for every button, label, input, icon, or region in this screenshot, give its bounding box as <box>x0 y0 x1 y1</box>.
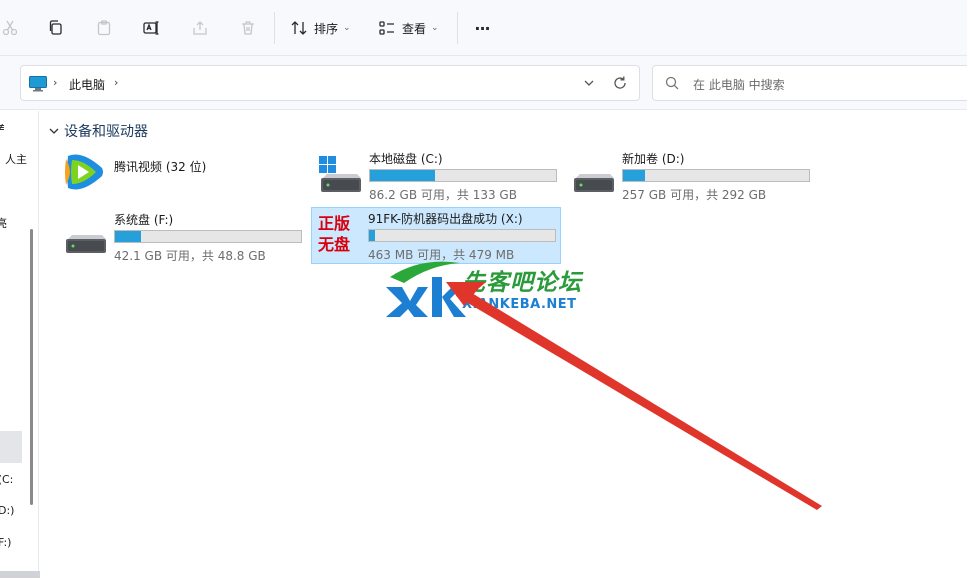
delete-icon[interactable] <box>238 14 258 42</box>
command-bar: 排序 ⌄ 查看 ⌄ ··· <box>0 0 967 56</box>
tencent-video-icon <box>65 154 103 190</box>
nav-item[interactable]: ≢ <box>0 121 5 134</box>
this-pc-icon <box>29 76 47 92</box>
drive-item-f[interactable]: 系统盘 (F:) 42.1 GB 可用，共 48.8 GB <box>58 209 308 265</box>
sort-button[interactable]: 排序 ⌄ <box>290 14 354 42</box>
nav-item-drive-f[interactable]: F:) <box>0 536 11 549</box>
refresh-icon[interactable] <box>611 74 629 92</box>
nav-item-drive-d[interactable]: D:) <box>0 504 14 517</box>
drive-size: 42.1 GB 可用，共 48.8 GB <box>114 249 266 263</box>
drive-name: 系统盘 (F:) <box>114 213 174 227</box>
copy-icon[interactable] <box>46 14 66 42</box>
navigation-pane: ≢ 、人主 亮 :(C: D:) F:) <box>0 111 40 578</box>
paste-icon[interactable] <box>94 14 114 42</box>
nav-item[interactable]: 、人主 <box>0 151 27 167</box>
section-title: 设备和驱动器 <box>64 124 148 140</box>
toolbar-separator <box>274 12 275 44</box>
drive-size: 86.2 GB 可用，共 133 GB <box>369 188 517 202</box>
genuine-diskless-stamp: 正版 无盘 <box>318 214 351 254</box>
address-row: › 此电脑 › 在 此电脑 中搜索 <box>0 56 967 110</box>
nav-item-drive-c[interactable]: :(C: <box>0 473 13 486</box>
drive-usage-bar <box>369 169 557 182</box>
drive-item-c[interactable]: 本地磁盘 (C:) 86.2 GB 可用，共 133 GB <box>313 148 563 204</box>
drive-item-d[interactable]: 新加卷 (D:) 257 GB 可用，共 292 GB <box>566 148 816 204</box>
chevron-down-icon: ⌄ <box>343 23 351 33</box>
watermark-cn-text: 先客吧论坛 <box>462 270 582 296</box>
nav-selected-highlight <box>0 431 22 463</box>
address-bar[interactable]: › 此电脑 › <box>20 65 640 101</box>
drive-name: 本地磁盘 (C:) <box>369 152 443 166</box>
rename-icon[interactable] <box>141 14 161 42</box>
nav-horizontal-scrollbar[interactable] <box>0 571 40 578</box>
nav-item[interactable]: 亮 <box>0 215 7 231</box>
search-icon <box>665 76 679 90</box>
sort-icon <box>291 21 307 35</box>
more-options-button[interactable]: ··· <box>470 14 494 42</box>
drive-name: 腾讯视频 (32 位) <box>114 160 207 174</box>
drive-item-tencent-video[interactable]: 腾讯视频 (32 位) <box>58 148 308 204</box>
site-watermark-logo: 先客吧论坛 XIANKEBA.NET <box>380 255 600 325</box>
devices-and-drives-header[interactable]: 设备和驱动器 <box>48 121 148 141</box>
breadcrumb-chevron-icon[interactable]: › <box>114 76 118 89</box>
windows-drive-icon <box>319 156 361 192</box>
xk-logo-icon <box>386 261 466 317</box>
breadcrumb-chevron-icon[interactable]: › <box>53 76 57 89</box>
watermark-en-text: XIANKEBA.NET <box>462 297 577 312</box>
nav-divider <box>38 111 39 578</box>
view-icon <box>379 21 394 35</box>
hard-drive-icon <box>66 235 106 253</box>
drive-usage-bar <box>622 169 810 182</box>
cut-icon[interactable] <box>0 14 20 42</box>
view-label: 查看 <box>402 21 427 36</box>
chevron-down-icon <box>49 128 59 134</box>
search-placeholder: 在 此电脑 中搜索 <box>693 78 785 92</box>
drive-name: 新加卷 (D:) <box>622 152 685 166</box>
history-dropdown-icon[interactable] <box>581 75 597 91</box>
search-input[interactable]: 在 此电脑 中搜索 <box>652 65 967 101</box>
breadcrumb-this-pc[interactable]: 此电脑 <box>69 76 105 93</box>
drive-name: 91FK-防机器码出盘成功 (X:) <box>368 212 523 226</box>
drive-usage-bar <box>114 230 302 243</box>
hard-drive-icon <box>574 174 614 192</box>
sort-label: 排序 <box>314 21 339 36</box>
view-button[interactable]: 查看 ⌄ <box>378 14 442 42</box>
nav-scrollbar[interactable] <box>30 229 33 505</box>
share-icon[interactable] <box>190 14 210 42</box>
toolbar-separator <box>457 12 458 44</box>
chevron-down-icon: ⌄ <box>431 23 439 33</box>
drive-usage-bar <box>368 229 556 242</box>
drive-size: 257 GB 可用，共 292 GB <box>622 188 767 202</box>
